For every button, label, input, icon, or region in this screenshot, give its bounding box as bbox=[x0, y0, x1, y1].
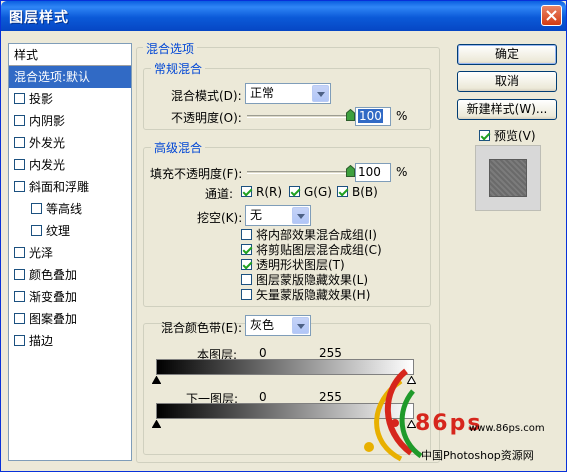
chevron-down-icon bbox=[292, 207, 309, 224]
general-blending-legend: 常规混合 bbox=[151, 60, 206, 77]
fill-opacity-input[interactable]: 100 bbox=[355, 163, 391, 182]
blend-mode-select[interactable]: 正常 bbox=[245, 83, 331, 104]
style-list-item[interactable]: 混合选项:默认 bbox=[9, 66, 131, 88]
style-list-item[interactable]: 渐变叠加 bbox=[9, 286, 131, 308]
checkbox-icon bbox=[241, 274, 252, 285]
below-layer-max: 255 bbox=[319, 390, 342, 404]
opacity-slider-thumb[interactable] bbox=[346, 109, 355, 121]
style-list-item-label: 颜色叠加 bbox=[29, 268, 78, 282]
style-preview bbox=[475, 145, 541, 211]
channel-b-checkbox[interactable]: B(B) bbox=[337, 185, 378, 199]
style-list-item[interactable]: 外发光 bbox=[9, 132, 131, 154]
preview-checkbox[interactable]: 预览(V) bbox=[479, 127, 536, 144]
opacity-slider-track[interactable] bbox=[247, 115, 351, 118]
blend-options-legend: 混合选项 bbox=[143, 40, 198, 57]
style-list-item-label: 斜面和浮雕 bbox=[29, 180, 90, 194]
site-watermark: 86ps www.86ps.com 中国Photoshop资源网 bbox=[361, 361, 561, 469]
blend-mode-value: 正常 bbox=[250, 86, 275, 100]
checkbox-icon[interactable] bbox=[14, 335, 25, 346]
channel-r-checkbox[interactable]: R(R) bbox=[241, 185, 282, 199]
this-layer-black-slider[interactable] bbox=[152, 376, 161, 384]
advanced-option-checkbox[interactable]: 矢量蒙版隐藏效果(H) bbox=[241, 286, 370, 303]
style-list-item-label: 光泽 bbox=[29, 246, 54, 260]
knockout-value: 无 bbox=[250, 208, 263, 222]
knockout-label: 挖空(K): bbox=[197, 211, 243, 225]
style-list-item-label: 图案叠加 bbox=[29, 312, 78, 326]
blend-mode-label: 混合模式(D): bbox=[171, 89, 242, 103]
style-list-item[interactable]: 颜色叠加 bbox=[9, 264, 131, 286]
fill-opacity-slider-track[interactable] bbox=[247, 171, 351, 174]
opacity-percent: % bbox=[396, 109, 408, 123]
style-list-item[interactable]: 纹理 bbox=[9, 220, 131, 242]
chevron-down-icon bbox=[312, 85, 329, 102]
style-list-item-label: 内发光 bbox=[29, 158, 66, 172]
checkbox-icon bbox=[241, 289, 252, 300]
blend-if-select[interactable]: 灰色 bbox=[245, 315, 311, 336]
style-list-item[interactable]: 描边 bbox=[9, 330, 131, 352]
blend-if-label: 混合颜色带(E): bbox=[161, 321, 242, 335]
new-style-button[interactable]: 新建样式(W)... bbox=[457, 99, 557, 120]
style-list-item[interactable]: 投影 bbox=[9, 88, 131, 110]
opacity-label: 不透明度(O): bbox=[171, 111, 242, 125]
check-icon bbox=[337, 186, 348, 197]
checkbox-icon[interactable] bbox=[14, 159, 25, 170]
style-list-item-label: 渐变叠加 bbox=[29, 290, 78, 304]
checkbox-icon[interactable] bbox=[14, 115, 25, 126]
checkbox-icon bbox=[241, 229, 252, 240]
checkbox-icon[interactable] bbox=[14, 269, 25, 280]
this-layer-min: 0 bbox=[259, 346, 267, 360]
watermark-caption: 中国Photoshop资源网 bbox=[421, 449, 534, 462]
chevron-down-icon bbox=[292, 317, 309, 334]
close-button[interactable] bbox=[541, 5, 562, 26]
checkbox-icon[interactable] bbox=[31, 225, 42, 236]
fill-opacity-slider-thumb[interactable] bbox=[346, 165, 355, 177]
styles-list: 样式 混合选项:默认投影内阴影外发光内发光斜面和浮雕等高线纹理光泽颜色叠加渐变叠… bbox=[8, 43, 132, 461]
checkbox-icon[interactable] bbox=[14, 93, 25, 104]
checkbox-icon[interactable] bbox=[31, 203, 42, 214]
layer-style-dialog: 图层样式 样式 混合选项:默认投影内阴影外发光内发光斜面和浮雕等高线纹理光泽颜色… bbox=[0, 0, 567, 472]
this-layer-max: 255 bbox=[319, 346, 342, 360]
check-icon bbox=[479, 130, 490, 141]
check-icon bbox=[289, 186, 300, 197]
style-list-item-label: 内阴影 bbox=[29, 114, 66, 128]
fill-opacity-percent: % bbox=[396, 165, 408, 179]
checkbox-icon bbox=[241, 244, 252, 255]
style-list-item[interactable]: 内发光 bbox=[9, 154, 131, 176]
blend-if-value: 灰色 bbox=[250, 318, 275, 332]
channels-label: 通道: bbox=[205, 187, 234, 201]
close-icon bbox=[546, 10, 557, 21]
opacity-input[interactable]: 100 bbox=[355, 107, 391, 126]
knockout-select[interactable]: 无 bbox=[245, 205, 311, 226]
style-list-item-label: 混合选项:默认 bbox=[14, 70, 91, 84]
watermark-site: www.86ps.com bbox=[469, 423, 545, 434]
advanced-blending-legend: 高级混合 bbox=[151, 139, 206, 156]
window-title: 图层样式 bbox=[9, 10, 69, 26]
preview-swatch bbox=[489, 159, 527, 197]
checkbox-icon[interactable] bbox=[14, 181, 25, 192]
checkbox-icon[interactable] bbox=[14, 137, 25, 148]
style-list-item[interactable]: 等高线 bbox=[9, 198, 131, 220]
style-list-item-label: 等高线 bbox=[46, 202, 83, 216]
channel-g-checkbox[interactable]: G(G) bbox=[289, 185, 332, 199]
check-icon bbox=[241, 186, 252, 197]
style-list-item-label: 纹理 bbox=[46, 224, 71, 238]
cancel-button[interactable]: 取消 bbox=[457, 71, 557, 92]
below-layer-black-slider[interactable] bbox=[152, 420, 161, 428]
checkbox-icon bbox=[241, 259, 252, 270]
styles-list-header: 样式 bbox=[9, 44, 131, 66]
ok-button[interactable]: 确定 bbox=[457, 44, 557, 65]
style-list-item-label: 投影 bbox=[29, 92, 54, 106]
style-list-item-label: 外发光 bbox=[29, 136, 66, 150]
style-list-item[interactable]: 内阴影 bbox=[9, 110, 131, 132]
style-list-item[interactable]: 光泽 bbox=[9, 242, 131, 264]
style-list-item[interactable]: 图案叠加 bbox=[9, 308, 131, 330]
fill-opacity-label: 填充不透明度(F): bbox=[150, 167, 243, 181]
title-bar[interactable]: 图层样式 bbox=[1, 1, 566, 31]
checkbox-icon[interactable] bbox=[14, 291, 25, 302]
style-list-item-label: 描边 bbox=[29, 334, 54, 348]
style-list-item[interactable]: 斜面和浮雕 bbox=[9, 176, 131, 198]
checkbox-icon[interactable] bbox=[14, 313, 25, 324]
checkbox-icon[interactable] bbox=[14, 247, 25, 258]
below-layer-min: 0 bbox=[259, 390, 267, 404]
